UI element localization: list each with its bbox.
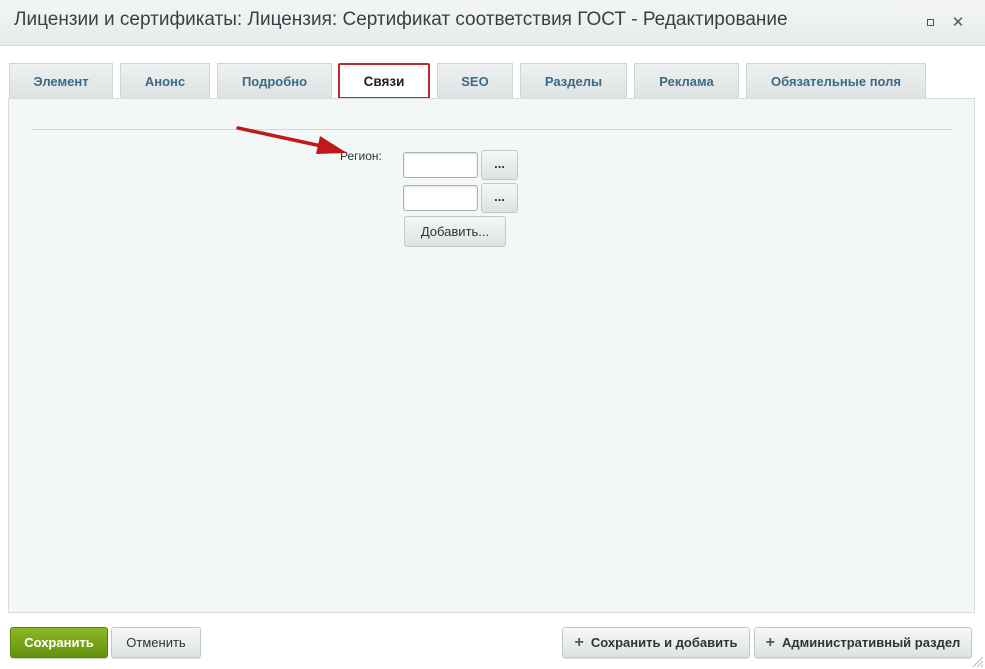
cancel-button[interactable]: Отменить <box>111 627 201 658</box>
tab-details[interactable]: Подробно <box>217 63 332 98</box>
edit-dialog: Лицензии и сертификаты: Лицензия: Сертиф… <box>0 0 985 669</box>
admin-section-button[interactable]: + Административный раздел <box>754 627 972 658</box>
tab-bar: Элемент Анонс Подробно Связи SEO Разделы… <box>0 62 985 100</box>
dialog-title: Лицензии и сертификаты: Лицензия: Сертиф… <box>14 9 788 30</box>
save-and-add-button[interactable]: + Сохранить и добавить <box>562 627 750 658</box>
tab-links[interactable]: Связи <box>338 63 430 99</box>
plus-icon: + <box>765 633 776 651</box>
save-button[interactable]: Сохранить <box>10 627 108 658</box>
region-browse-button-2[interactable]: ... <box>481 183 518 213</box>
save-and-add-label: Сохранить и добавить <box>590 635 738 650</box>
close-icon[interactable]: ✕ <box>948 12 968 32</box>
maximize-icon[interactable] <box>920 12 940 32</box>
region-browse-button-1[interactable]: ... <box>481 150 518 180</box>
tab-seo[interactable]: SEO <box>437 63 513 98</box>
annotation-arrow-icon <box>236 126 347 154</box>
admin-section-label: Административный раздел <box>782 635 961 650</box>
tab-advertising[interactable]: Реклама <box>634 63 739 98</box>
region-input-2[interactable] <box>403 185 478 211</box>
add-region-button[interactable]: Добавить... <box>404 216 506 247</box>
divider <box>31 129 952 130</box>
resize-grip-icon[interactable] <box>970 654 984 668</box>
tab-required-fields[interactable]: Обязательные поля <box>746 63 926 98</box>
region-input-1[interactable] <box>403 152 478 178</box>
tab-element[interactable]: Элемент <box>9 63 113 98</box>
plus-icon: + <box>574 633 584 651</box>
title-bar: Лицензии и сертификаты: Лицензия: Сертиф… <box>0 0 985 46</box>
tab-announcement[interactable]: Анонс <box>120 63 210 98</box>
tab-sections[interactable]: Разделы <box>520 63 627 98</box>
